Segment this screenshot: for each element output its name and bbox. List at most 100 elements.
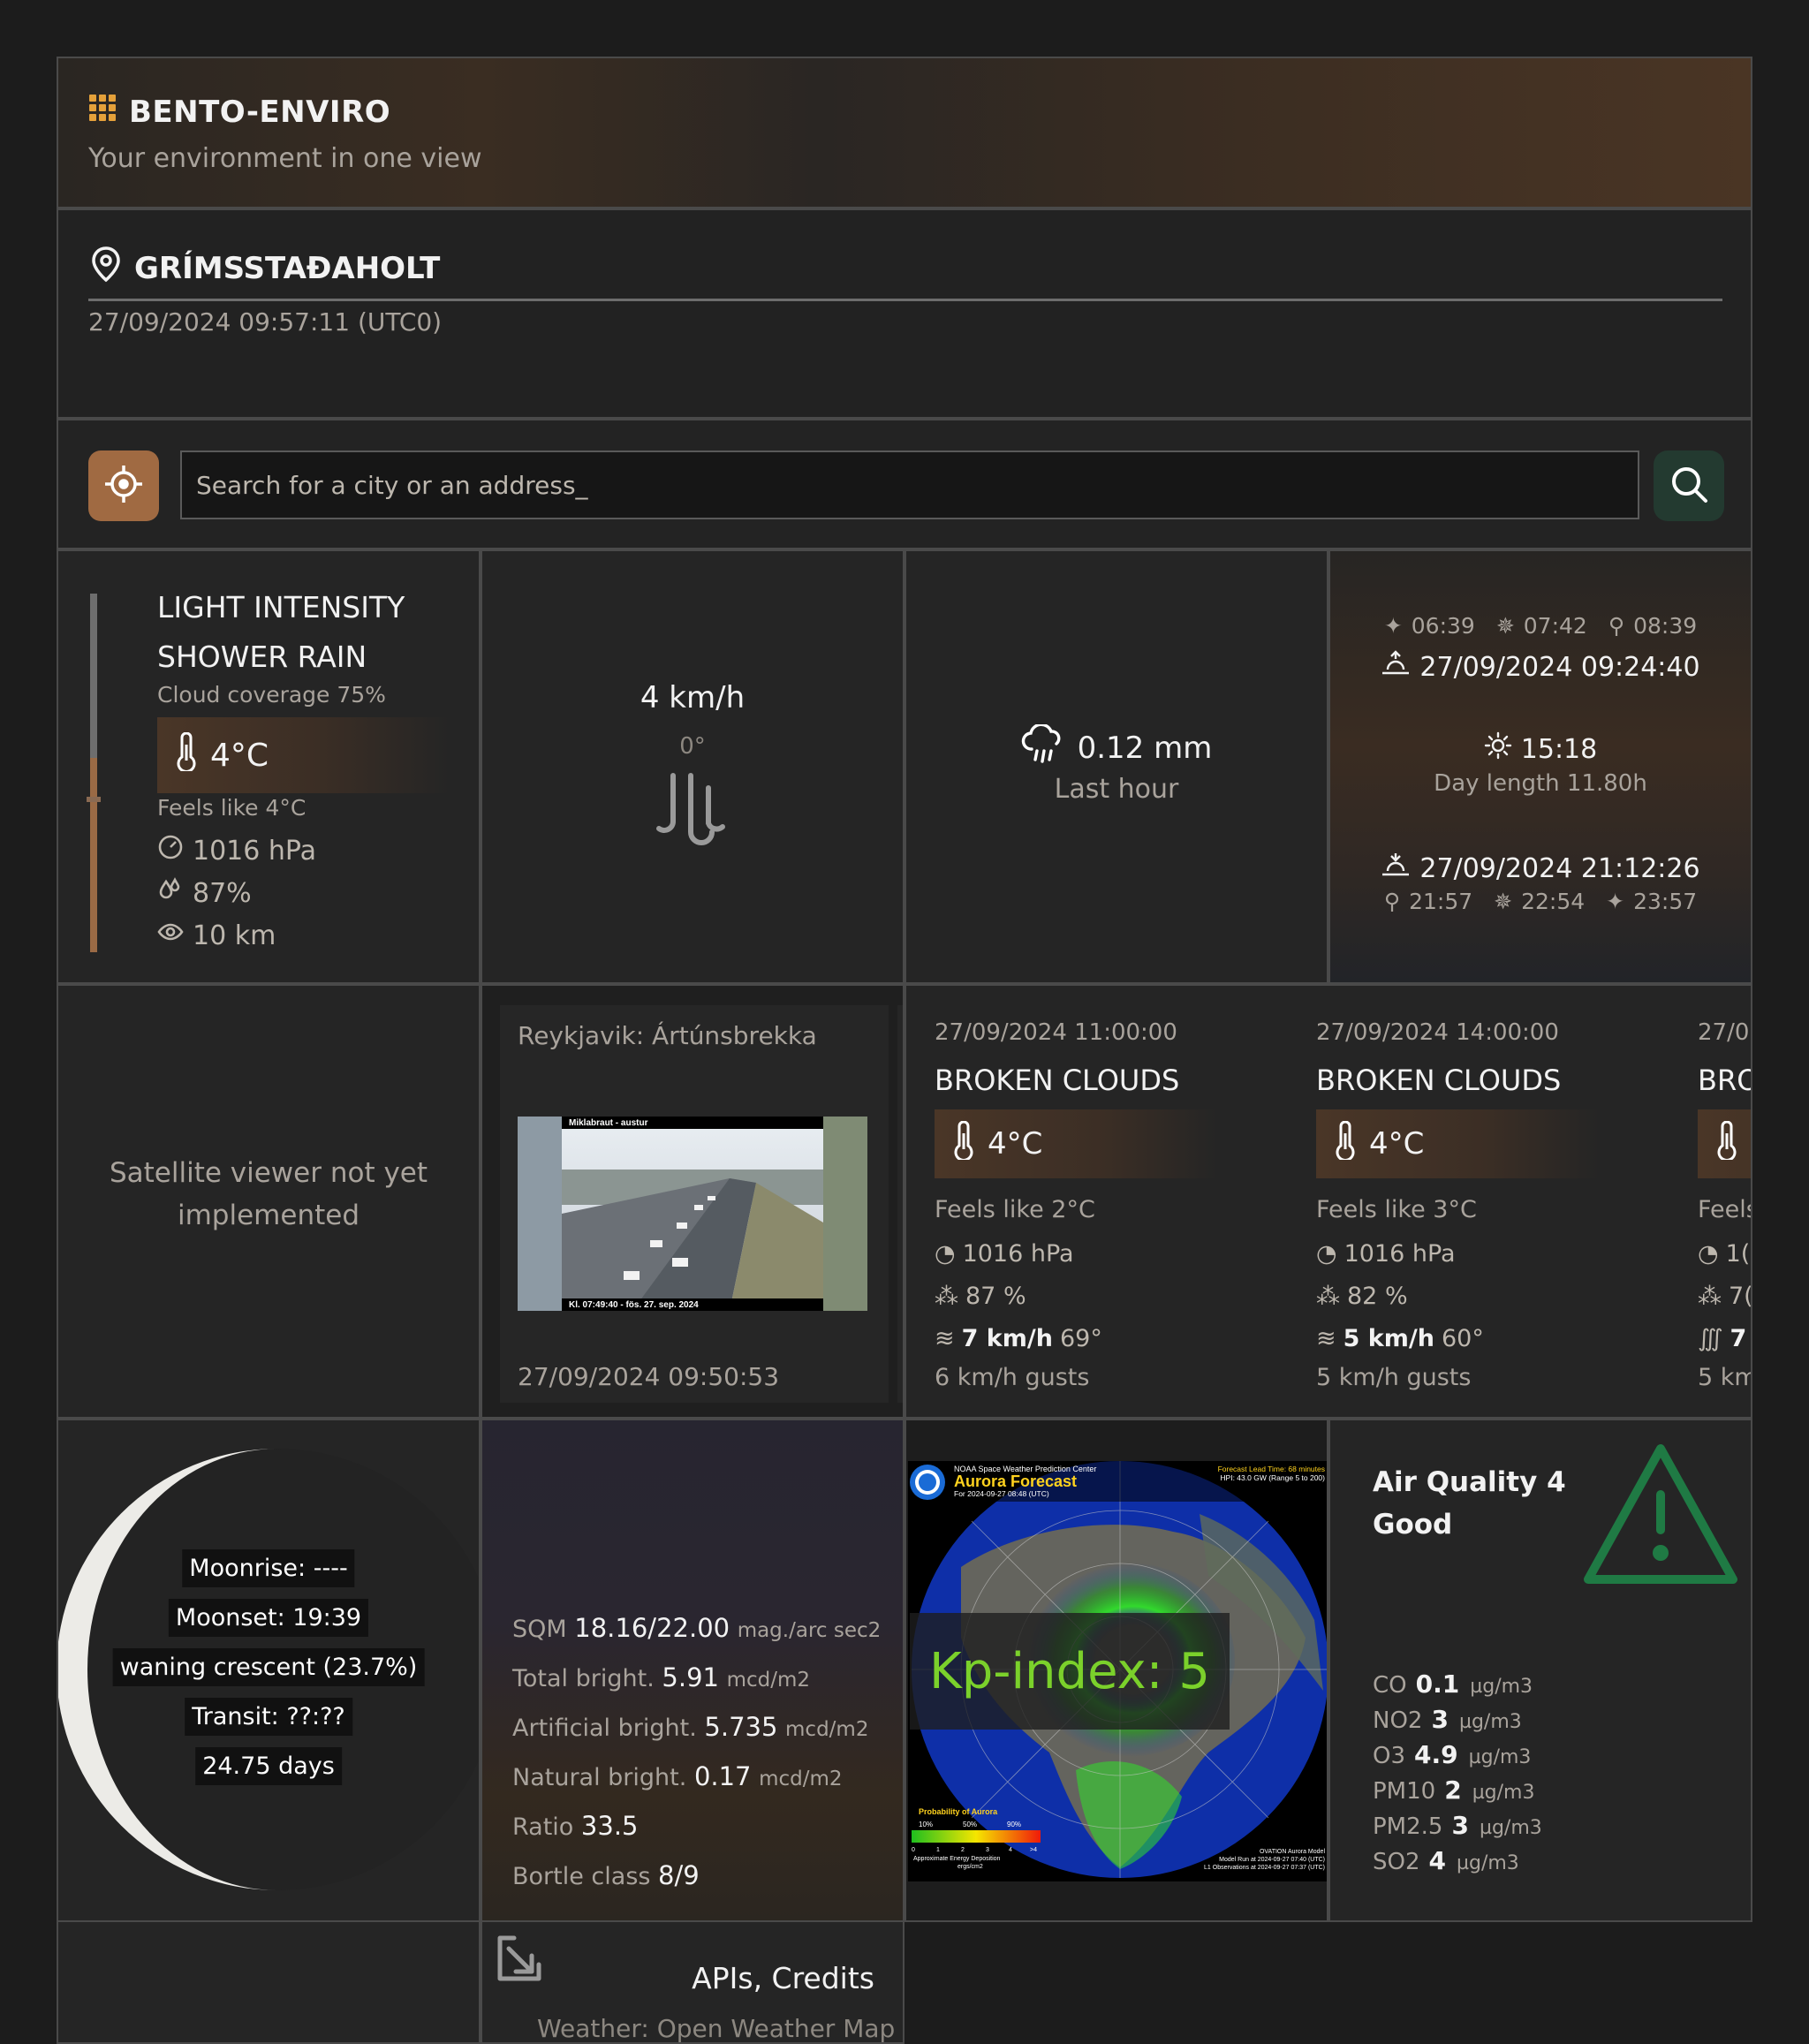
legend-prob-tick: 50% xyxy=(963,1821,977,1828)
gauge-icon: ◔ xyxy=(1316,1240,1337,1268)
wind-direction: 0° xyxy=(679,733,706,760)
webcam-card[interactable]: Ve 27 xyxy=(897,1005,903,1403)
person-icon: ⚲ xyxy=(1608,613,1625,639)
webcam-carousel[interactable]: Reykjavik: Ártúnsbrekka Miklabraut - aus… xyxy=(481,984,904,1419)
forecast-wind-dir: 60° xyxy=(1441,1325,1484,1352)
forecast-wind-dir: 69° xyxy=(1059,1325,1102,1352)
empty-card xyxy=(57,1920,481,2044)
map-lead-time: Forecast Lead Time: 68 minutes xyxy=(1218,1465,1325,1473)
rain-amount-value: 0.12 mm xyxy=(1077,730,1213,766)
webcam-timestamp: 27/09/2024 09:50:53 xyxy=(518,1362,780,1391)
droplets-icon: ⁂ xyxy=(1316,1283,1340,1310)
wind-icon: ≋ xyxy=(1316,1325,1336,1352)
natural-brightness-label: Natural bright. xyxy=(512,1764,687,1791)
feels-like: Feels like 4°C xyxy=(157,795,307,821)
expand-arrow-icon[interactable] xyxy=(495,1934,544,1987)
telescope-icon: ✦ xyxy=(1606,889,1625,914)
moon-card: Moonrise: ---- Moonset: 19:39 waning cre… xyxy=(57,1419,481,1922)
pollutant-value: 3 xyxy=(1451,1811,1469,1840)
map-hpi: HPI: 43.0 GW (Range 5 to 200) xyxy=(1220,1473,1325,1482)
forecast-gusts: 5 km/h gusts xyxy=(1316,1364,1472,1391)
grid-icon xyxy=(88,94,117,130)
webcam-title: Reykjavik: Ártúnsbrekka xyxy=(518,1021,817,1050)
moon-age: 24.75 days xyxy=(195,1747,342,1785)
sqm: SQM 18.16/22.00 mag./arc sec2 xyxy=(512,1613,881,1643)
pollutant-pm10: PM10 2 µg/m3 xyxy=(1373,1775,1535,1805)
forecast-temp-value: 4°C xyxy=(988,1126,1043,1162)
location-name-text: GRÍMSSTAÐAHOLT xyxy=(134,250,441,286)
forecast-carousel[interactable]: 27/09/2024 11:00:00 BROKEN CLOUDS 4°C Fe… xyxy=(904,984,1752,1419)
sky-brightness-card: SQM 18.16/22.00 mag./arc sec2 Total brig… xyxy=(481,1419,904,1922)
rain-card: 0.12 mm Last hour xyxy=(904,549,1328,984)
forecast-temperature: 4°C xyxy=(935,1109,1217,1178)
moon-transit: Transit: ??:?? xyxy=(185,1698,352,1736)
app-header: BENTO-ENVIRO Your environment in one vie… xyxy=(57,57,1752,208)
pollutant-name: SO2 xyxy=(1373,1849,1420,1875)
locate-me-button[interactable] xyxy=(88,450,159,521)
webcam-image[interactable]: Miklabraut - austur Kl. 07:49:40 - fös. … xyxy=(518,1117,867,1311)
wind-speed: 4 km/h xyxy=(640,680,746,715)
app-title-text: BENTO-ENVIRO xyxy=(129,94,391,130)
gauge-icon: ◔ xyxy=(1698,1240,1719,1268)
natural-brightness-unit: mcd/m2 xyxy=(759,1768,843,1790)
air-quality-status: Good xyxy=(1373,1509,1453,1541)
model-run: Model Run at 2024-09-27 07:40 (UTC) xyxy=(1219,1857,1325,1863)
pollutant-unit: µg/m3 xyxy=(1457,1852,1519,1874)
dawn-times: ✦ 06:39 ✵ 07:42 ⚲ 08:39 xyxy=(1330,613,1751,639)
eye-icon xyxy=(157,919,184,952)
moon-phase: waning crescent (23.7%) xyxy=(112,1648,425,1686)
pollutant-value: 3 xyxy=(1431,1705,1449,1734)
app-subtitle: Your environment in one view xyxy=(88,143,482,174)
bortle-label: Bortle class xyxy=(512,1863,651,1890)
forecast-pressure-value: 1( xyxy=(1725,1240,1751,1268)
satellite-card: Satellite viewer not yet implemented xyxy=(57,984,481,1419)
civil-dawn: 08:39 xyxy=(1633,613,1698,639)
forecast-gusts: 5 km xyxy=(1698,1364,1752,1391)
webcam-caption-top: Miklabraut - austur xyxy=(569,1118,648,1128)
forecast-wind: ∭ 7 xyxy=(1698,1325,1746,1352)
pollutant-unit: µg/m3 xyxy=(1468,1746,1532,1768)
map-title: Aurora Forecast xyxy=(954,1472,1077,1490)
search-input[interactable] xyxy=(180,450,1639,519)
legend-energy-label: Approximate Energy Deposition xyxy=(913,1856,1001,1862)
condition-line-2: SHOWER RAIN xyxy=(157,640,367,674)
sunset: 27/09/2024 21:12:26 xyxy=(1330,852,1751,885)
forecast-condition: BRO xyxy=(1698,1064,1751,1097)
credits-card[interactable]: APIs, Credits Weather: Open Weather Map xyxy=(481,1920,904,2044)
search-bar xyxy=(57,419,1752,549)
forecast-pressure-value: 1016 hPa xyxy=(962,1240,1074,1268)
pollutant-name: CO xyxy=(1373,1672,1407,1699)
thermometer-icon xyxy=(1334,1120,1357,1168)
moonrise: Moonrise: ---- xyxy=(182,1549,355,1587)
legend-energy-tick: >4 xyxy=(1030,1847,1037,1853)
pollutant-value: 0.1 xyxy=(1415,1669,1460,1699)
droplets-icon xyxy=(157,876,184,910)
brightness-ratio: Ratio 33.5 xyxy=(512,1811,639,1841)
moonset: Moonset: 19:39 xyxy=(168,1599,369,1637)
forecast-pressure: ◔ 1016 hPa xyxy=(935,1240,1074,1268)
day-length: Day length 11.80h xyxy=(1434,770,1647,797)
forecast-temperature xyxy=(1698,1109,1751,1178)
astronomical-dawn: 06:39 xyxy=(1411,613,1475,639)
pollutant-value: 4 xyxy=(1428,1846,1446,1875)
webcam-card[interactable]: Reykjavik: Ártúnsbrekka Miklabraut - aus… xyxy=(500,1005,889,1403)
sqm-value: 18.16/22.00 xyxy=(574,1613,730,1643)
forecast-item: 27/09/2024 14:00:00 BROKEN CLOUDS 4°C Fe… xyxy=(1316,986,1696,1417)
sun-times-card: ✦ 06:39 ✵ 07:42 ⚲ 08:39 27/09/2024 09:24:40… xyxy=(1328,549,1752,984)
legend-prob-tick: 10% xyxy=(919,1821,933,1828)
ship-wheel-icon: ✵ xyxy=(1495,613,1515,639)
forecast-item: 27/0 BRO Feels ◔1( ⁂7( ∭7 5 km xyxy=(1698,986,1752,1417)
temperature-scale-cold xyxy=(90,594,97,758)
forecast-feels: Feels like 2°C xyxy=(935,1196,1095,1223)
forecast-humidity-value: 7( xyxy=(1729,1283,1752,1310)
natural-brightness: Natural bright. 0.17 mcd/m2 xyxy=(512,1761,843,1791)
wind-direction-icon: ∭ xyxy=(1698,1325,1723,1352)
pollutant-name: PM10 xyxy=(1373,1778,1436,1805)
forecast-wind: ≋ 7 km/h 69° xyxy=(935,1325,1102,1352)
crosshair-icon xyxy=(103,464,144,508)
search-button[interactable] xyxy=(1654,450,1724,521)
forecast-temp-value: 4°C xyxy=(1369,1126,1425,1162)
pollutant-co: CO 0.1 µg/m3 xyxy=(1373,1669,1533,1699)
humidity-value: 87% xyxy=(193,877,252,909)
forecast-pressure: ◔ 1016 hPa xyxy=(1316,1240,1456,1268)
